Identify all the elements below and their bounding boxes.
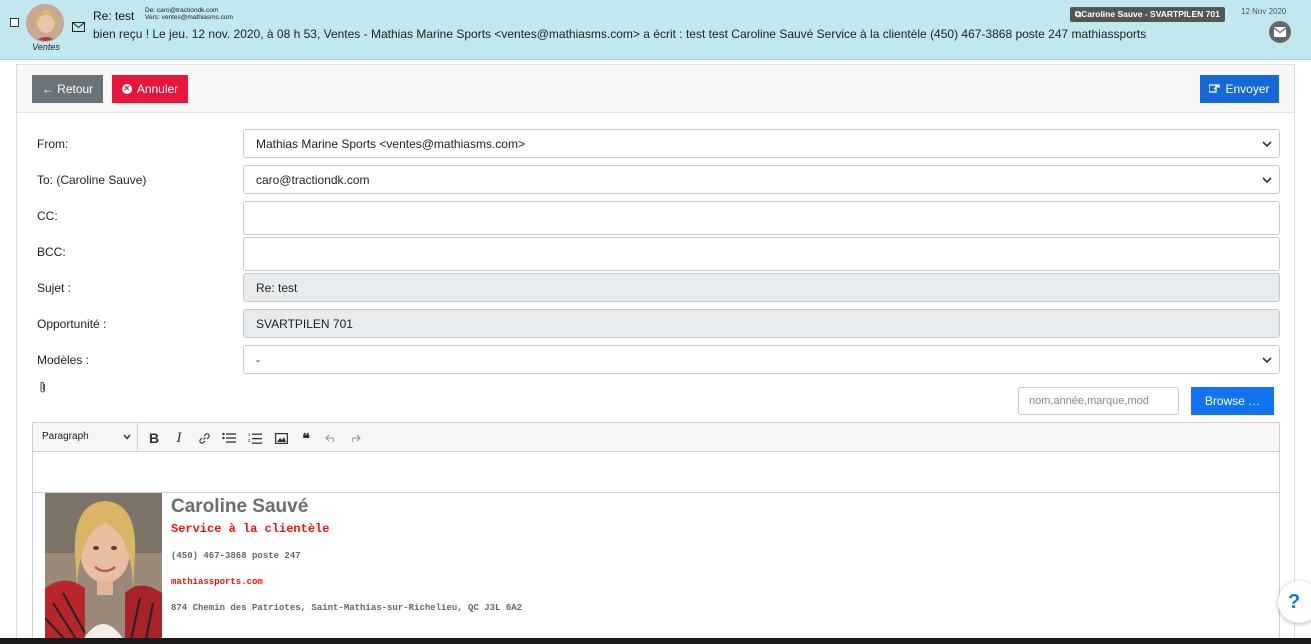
chevron-down-icon	[123, 434, 131, 440]
signature-role: Service à la clientèle	[171, 522, 330, 536]
bulleted-list-icon[interactable]	[221, 430, 237, 446]
templates-select[interactable]: -	[243, 345, 1280, 374]
message-subject[interactable]: Re: test	[93, 9, 134, 23]
svg-text:2: 2	[248, 438, 251, 443]
block-format-select[interactable]: Paragraph	[42, 431, 89, 442]
link-icon[interactable]	[196, 430, 212, 446]
question-icon: ?	[1287, 590, 1301, 613]
bcc-label: BCC:	[37, 245, 66, 259]
cancel-button[interactable]: ✕ Annuler	[112, 75, 188, 103]
chevron-down-icon	[1262, 357, 1272, 364]
cc-input[interactable]	[243, 201, 1280, 235]
svg-text:1: 1	[248, 432, 251, 437]
from-select[interactable]: Mathias Marine Sports <ventes@mathiasms.…	[243, 129, 1280, 158]
chevron-down-icon	[1262, 141, 1272, 148]
bold-icon[interactable]: B	[146, 430, 162, 446]
back-button[interactable]: ← Retour	[32, 75, 103, 103]
to-select[interactable]: caro@tractiondk.com	[243, 165, 1280, 194]
editor-body[interactable]	[32, 452, 1280, 493]
toolbar-divider	[137, 423, 138, 452]
italic-icon[interactable]: I	[171, 430, 187, 446]
message-header[interactable]: Ventes Re: test De: caro@tractiondk.com …	[0, 0, 1311, 60]
opportunity-badge[interactable]: ⧉Caroline Sauve - SVARTPILEN 701	[1070, 7, 1225, 22]
to-label: To: (Caroline Sauve)	[37, 173, 147, 187]
envelope-icon	[1274, 27, 1286, 37]
send-icon	[1209, 84, 1221, 93]
chevron-down-icon	[1262, 177, 1272, 184]
opportunity-label: Opportunité :	[37, 317, 107, 331]
attachment-search-input[interactable]: nom,année,marque,mod	[1018, 387, 1179, 415]
templates-label: Modèles :	[37, 353, 90, 367]
cc-label: CC:	[37, 209, 58, 223]
avatar	[26, 4, 64, 42]
from-label: From:	[37, 137, 69, 151]
message-from-to: De: caro@tractiondk.com Vers: ventes@mat…	[145, 7, 233, 21]
send-button[interactable]: Envoyer	[1200, 75, 1279, 103]
signature-phone: (450) 467-3868 poste 247	[171, 551, 301, 561]
opportunity-field: SVARTPILEN 701	[243, 309, 1280, 338]
envelope-icon	[72, 22, 85, 32]
compose-panel: ← Retour ✕ Annuler Envoyer From: Mathias…	[16, 64, 1295, 644]
message-preview[interactable]: bien reçu ! Le jeu. 12 nov. 2020, à 08 h…	[93, 27, 1146, 41]
undo-icon[interactable]	[323, 430, 339, 446]
avatar-label: Ventes	[32, 42, 60, 52]
signature-website[interactable]: mathiassports.com	[171, 577, 263, 587]
signature-name: Caroline Sauvé	[171, 496, 309, 517]
subject-field: Re: test	[243, 273, 1280, 302]
redo-icon[interactable]	[347, 430, 363, 446]
message-from: De: caro@tractiondk.com	[145, 7, 219, 14]
message-date: 12 Nov 2020	[1241, 7, 1287, 16]
compose-toolbar: ← Retour ✕ Annuler Envoyer	[17, 65, 1294, 113]
subject-label: Sujet :	[37, 281, 72, 295]
paperclip-icon[interactable]	[39, 381, 47, 394]
blockquote-icon[interactable]: ❝	[298, 430, 314, 446]
window-bottom-edge	[0, 638, 1311, 644]
mail-status-button[interactable]	[1269, 21, 1291, 43]
select-checkbox[interactable]	[10, 18, 19, 27]
bcc-input[interactable]	[243, 237, 1280, 271]
signature-photo	[45, 493, 162, 644]
email-signature: Caroline Sauvé Service à la clientèle (4…	[32, 493, 1280, 644]
image-icon[interactable]	[273, 430, 289, 446]
browse-button[interactable]: Browse …	[1191, 387, 1274, 415]
numbered-list-icon[interactable]: 12	[247, 430, 263, 446]
x-circle-icon: ✕	[121, 84, 132, 94]
editor-toolbar: Paragraph B I 12 ❝	[32, 422, 1280, 452]
signature-address: 874 Chemin des Patriotes, Saint-Mathias-…	[171, 603, 523, 613]
message-to: Vers: ventes@mathiasms.com	[145, 14, 233, 21]
